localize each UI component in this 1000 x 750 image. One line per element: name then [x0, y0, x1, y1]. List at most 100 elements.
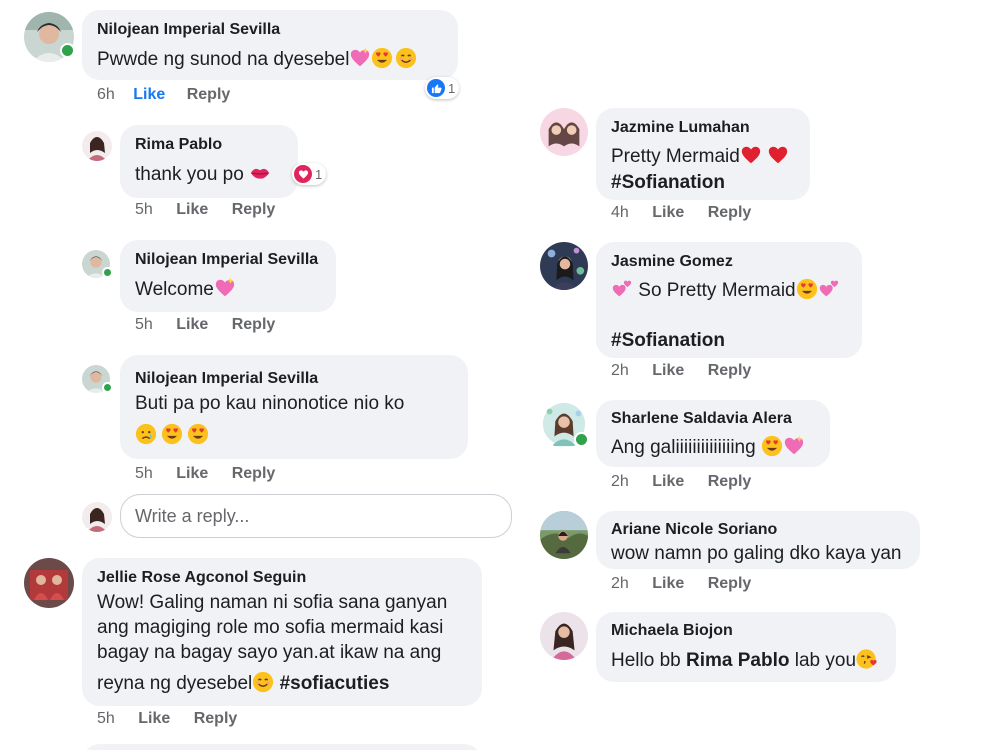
two-hearts-icon — [818, 278, 840, 300]
thumbs-up-icon — [427, 79, 445, 97]
comment-actions: 2h Like Reply — [611, 575, 751, 593]
comment-text: So Pretty Mermaid — [611, 278, 840, 303]
reaction-count: 1 — [315, 166, 323, 182]
online-status-icon — [102, 267, 113, 278]
reply-button[interactable]: Reply — [232, 316, 276, 334]
heart-eyes-emoji-icon — [761, 435, 783, 457]
comment-author[interactable]: Rima Pablo — [135, 136, 222, 154]
timestamp[interactable]: 6h — [97, 86, 115, 104]
avatar[interactable] — [540, 108, 588, 156]
comment-text: Pwwde ng sunod na dyesebel — [97, 47, 417, 72]
mention-link[interactable]: Rima Pablo — [686, 650, 789, 671]
avatar[interactable] — [540, 242, 588, 290]
timestamp[interactable]: 5h — [135, 316, 153, 334]
hashtag-link[interactable]: #Sofianation — [611, 170, 725, 195]
comment-emojis — [135, 423, 209, 448]
comment-actions: 6h Like Reply — [97, 86, 230, 104]
two-hearts-icon — [611, 278, 633, 300]
comment-text-line: bagay na bagay sayo yan.at ikaw na ang — [97, 642, 442, 663]
comment-author[interactable]: Sharlene Saldavia Alera — [611, 410, 792, 428]
comment-actions: 5h Like Reply — [97, 710, 237, 728]
like-button[interactable]: Like — [176, 316, 208, 334]
red-heart-icon — [740, 144, 762, 166]
reply-button[interactable]: Reply — [232, 465, 276, 483]
smiling-face-emoji-icon — [395, 47, 417, 69]
comment-text: Welcome — [135, 277, 236, 302]
write-reply-input[interactable] — [121, 495, 511, 537]
online-status-icon — [574, 432, 589, 447]
comment-author[interactable]: Jellie Rose Agconol Seguin — [97, 569, 306, 587]
comment-author[interactable]: Michaela Biojon — [611, 622, 733, 640]
reply-button[interactable]: Reply — [232, 201, 276, 219]
reply-button[interactable]: Reply — [187, 86, 231, 104]
comment-text: Pretty Mermaid — [611, 144, 789, 169]
heart-eyes-emoji-icon — [187, 423, 209, 445]
comment-actions: 2h Like Reply — [611, 473, 751, 491]
like-button[interactable]: Like — [176, 465, 208, 483]
comment-text: thank you po — [135, 162, 271, 187]
comment-text-line: reyna ng dyesebel #sofiacuties — [97, 671, 390, 694]
reply-button[interactable]: Reply — [708, 575, 752, 593]
comment-author[interactable]: Jazmine Lumahan — [611, 119, 750, 137]
comment-actions: 2h Like Reply — [611, 362, 751, 380]
reply-button[interactable]: Reply — [708, 204, 752, 222]
timestamp[interactable]: 2h — [611, 575, 629, 593]
like-button[interactable]: Like — [138, 710, 170, 728]
timestamp[interactable]: 4h — [611, 204, 629, 222]
current-user-avatar — [82, 502, 112, 532]
comment-text: Hello bb Rima Pablo lab you — [611, 648, 878, 673]
reply-button[interactable]: Reply — [708, 362, 752, 380]
reply-button[interactable]: Reply — [708, 473, 752, 491]
comment-text: Ang galiiiiiiiiiiiiiing — [611, 435, 805, 460]
reaction-count-badge[interactable]: 1 — [292, 163, 327, 185]
crying-face-emoji-icon — [135, 423, 157, 445]
timestamp[interactable]: 5h — [135, 465, 153, 483]
comment-author[interactable]: Nilojean Imperial Sevilla — [135, 370, 318, 388]
timestamp[interactable]: 2h — [611, 362, 629, 380]
hashtag-link[interactable]: #sofiacuties — [280, 673, 390, 694]
avatar[interactable] — [540, 612, 588, 660]
comment-text-line: ang magiging role mo sofia mermaid kasi — [97, 617, 444, 638]
like-button[interactable]: Like — [133, 86, 165, 104]
like-button[interactable]: Like — [652, 473, 684, 491]
comment-author[interactable]: Ariane Nicole Soriano — [611, 521, 777, 539]
comment-actions: 5h Like Reply — [135, 465, 275, 483]
reaction-count-badge[interactable]: 1 — [425, 77, 460, 99]
avatar[interactable] — [82, 131, 112, 161]
reaction-count: 1 — [448, 80, 456, 96]
avatar[interactable] — [24, 558, 74, 608]
like-button[interactable]: Like — [652, 362, 684, 380]
sparkling-heart-icon — [349, 47, 371, 69]
sparkling-heart-icon — [214, 277, 236, 299]
avatar[interactable] — [540, 511, 588, 559]
heart-eyes-emoji-icon — [371, 47, 393, 69]
comment-author[interactable]: Nilojean Imperial Sevilla — [97, 21, 280, 39]
timestamp[interactable]: 5h — [97, 710, 115, 728]
next-comment-bubble-partial — [82, 744, 482, 750]
comment-text: wow namn po galing dko kaya yan — [611, 543, 902, 564]
heart-icon — [294, 165, 312, 183]
red-heart-icon — [767, 144, 789, 166]
comment-author[interactable]: Jasmine Gomez — [611, 253, 733, 271]
reply-input-box — [120, 494, 512, 538]
heart-eyes-emoji-icon — [161, 423, 183, 445]
comment-actions: 5h Like Reply — [135, 316, 275, 334]
comment-text: Buti pa po kau ninonotice nio ko — [135, 393, 405, 414]
like-button[interactable]: Like — [176, 201, 208, 219]
timestamp[interactable]: 5h — [135, 201, 153, 219]
kiss-mark-icon — [249, 162, 271, 184]
heart-eyes-emoji-icon — [796, 278, 818, 300]
like-button[interactable]: Like — [652, 575, 684, 593]
comment-actions: 5h Like Reply — [135, 201, 275, 219]
online-status-icon — [102, 382, 113, 393]
comment-actions: 4h Like Reply — [611, 204, 751, 222]
online-status-icon — [60, 43, 75, 58]
comment-author[interactable]: Nilojean Imperial Sevilla — [135, 251, 318, 269]
sparkling-heart-icon — [783, 435, 805, 457]
hashtag-link[interactable]: #Sofianation — [611, 328, 725, 353]
reply-button[interactable]: Reply — [194, 710, 238, 728]
face-blowing-kiss-icon — [856, 648, 878, 670]
timestamp[interactable]: 2h — [611, 473, 629, 491]
smiling-face-emoji-icon — [252, 671, 274, 693]
like-button[interactable]: Like — [652, 204, 684, 222]
